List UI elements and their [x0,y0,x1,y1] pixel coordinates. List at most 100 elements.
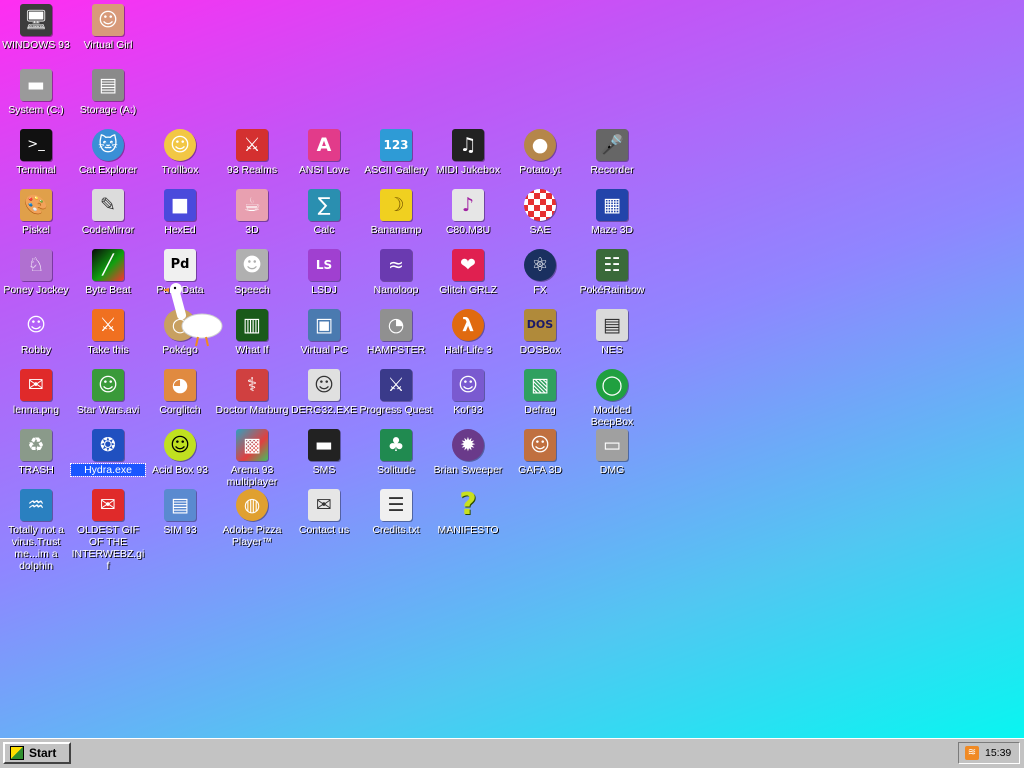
rss-icon[interactable]: ≋ [965,746,979,760]
desktop-icon-sim-93[interactable]: ▤ SIM 93 [144,485,216,536]
doom-face-icon: ☺ [524,429,556,461]
icon-label: ANSI Love [298,164,350,176]
desktop-icon-bananamp[interactable]: ☽ Bananamp [360,185,432,236]
icon-label: CodeMirror [81,224,135,236]
goose-icon[interactable] [160,280,232,350]
desktop-icon-nanoloop[interactable]: ≈ Nanoloop [360,245,432,296]
desktop-icon-codemirror[interactable]: ✎ CodeMirror [72,185,144,236]
desktop-icon-c80-m3u[interactable]: ♪ C80.M3U [432,185,504,236]
desktop-icon-nes[interactable]: ▤ NES [576,305,648,356]
desktop-icon-glitch-grlz[interactable]: ❤ Glitch GRLZ [432,245,504,296]
waveform-icon: ╱ [92,249,124,281]
desktop-icon-take-this[interactable]: ⚔ Take this [72,305,144,356]
desktop-icon-93-realms[interactable]: ⚔ 93 Realms [216,125,288,176]
desktop-icon-pokerainbow[interactable]: ☷ PokéRainbow [576,245,648,296]
desktop-icon-derg32-exe[interactable]: ☺ DERG32.EXE [288,365,360,416]
atom-icon: ⚛ [524,249,556,281]
letter-icon: ✉ [308,489,340,521]
start-button[interactable]: Start [3,742,71,764]
icon-label: Nanoloop [373,284,419,296]
desktop-icon-oldest-gif[interactable]: ✉ OLDEST GIF OF THE INTERWEBZ.gif [72,485,144,572]
desktop-icon-progress-quest[interactable]: ⚔ Progress Quest [360,365,432,416]
dos-box-icon: DOS [524,309,556,341]
icon-label: LSDJ [311,284,337,296]
icon-label: Robby [20,344,52,356]
potato-icon: ● [524,129,556,161]
desktop-icon-storage-a[interactable]: ▤ Storage (A:) [72,65,144,116]
desktop-icon-corglitch[interactable]: ◕ Corglitch [144,365,216,416]
matrix-icon: ▥ [236,309,268,341]
desktop-icon-trollbox[interactable]: ☺ Trollbox [144,125,216,176]
terminal-icon: >_ [20,129,52,161]
desktop-icon-virtual-girl[interactable]: ☺ Virtual Girl [72,0,144,51]
hydra-icon: ❂ [92,429,124,461]
icon-label: Acid Box 93 [151,464,209,476]
desktop-icon-lsdj[interactable]: LS LSDJ [288,245,360,296]
desktop-icon-poney-jockey[interactable]: ♘ Poney Jockey [0,245,72,296]
desktop-icon-piskel[interactable]: 🎨 Piskel [0,185,72,236]
desktop-icon-arena-93[interactable]: ▩ Arena 93 multiplayer [216,425,288,488]
desktop-icon-terminal[interactable]: >_ Terminal [0,125,72,176]
desktop-icon-maze-3d[interactable]: ▦ Maze 3D [576,185,648,236]
desktop-icon-system-c[interactable]: ▬ System (C:) [0,65,72,116]
desktop-icon-acid-box-93[interactable]: ☺ Acid Box 93 [144,425,216,476]
microphone-icon: 🎤 [596,129,628,161]
desktop-icon-dosbox[interactable]: DOS DOSBox [504,305,576,356]
icon-label: PokéRainbow [579,284,645,296]
desktop-icon-dolphin[interactable]: ♒ Totally not a virus.Trust me...im a do… [0,485,72,572]
desktop-icon-fx[interactable]: ⚛ FX [504,245,576,296]
desktop-icon-sms[interactable]: ▬ SMS [288,425,360,476]
pony-icon: ♘ [20,249,52,281]
desktop-icon-ansi-love[interactable]: A ANSI Love [288,125,360,176]
desktop-icon-credits-txt[interactable]: ☰ Credits.txt [360,485,432,536]
desktop-icon-potato-yt[interactable]: ● Potato.yt [504,125,576,176]
desktop-icon-byte-beat[interactable]: ╱ Byte Beat [72,245,144,296]
icon-label: Glitch GRLZ [439,284,497,296]
desktop-icon-lenna-png[interactable]: ✉ lenna.png [0,365,72,416]
desktop-icon-hydra-exe[interactable]: ❂ Hydra.exe [70,425,146,477]
desktop-icon-half-life-3[interactable]: λ Half-Life 3 [432,305,504,356]
icon-label: Calc [313,224,335,236]
desktop-icon-star-wars-avi[interactable]: ☺ Star Wars.avi [72,365,144,416]
piano-keys-icon: ♫ [452,129,484,161]
desktop-icon-trash[interactable]: ♻ TRASH [0,425,72,476]
desktop-icon-dmg[interactable]: ▭ DMG [576,425,648,476]
desktop-icon-brian-sweeper[interactable]: ✹ Brian Sweeper [432,425,504,476]
desktop-icon-sae[interactable]: ◉ SAE [504,185,576,236]
desktop[interactable]: 🖥 WINDOWS 93 ☺ Virtual Girl ▬ System (C:… [0,0,1024,738]
desktop-icon-solitude[interactable]: ♣ Solitude [360,425,432,476]
window-icon: ▣ [308,309,340,341]
desktop-icon-ascii-gallery[interactable]: 123 ASCII Gallery [360,125,432,176]
desktop-icon-manifesto[interactable]: ? MANIFESTO [432,485,504,536]
taskbar: Start ≋ 15:39 [0,738,1024,768]
desktop-icon-gafa-3d[interactable]: ☺ GAFA 3D [504,425,576,476]
desktop-icon-defrag[interactable]: ▧ Defrag [504,365,576,416]
desktop-icon-adobe-pizza[interactable]: ◍ Adobe Pizza Player™ [216,485,288,548]
desktop-icon-hampster[interactable]: ◔ HAMPSTER [360,305,432,356]
icon-label: Potato.yt [519,164,561,176]
desktop-icon-calc[interactable]: ∑ Calc [288,185,360,236]
desktop-icon-windows93[interactable]: 🖥 WINDOWS 93 [0,0,72,51]
desktop-icon-virtual-pc[interactable]: ▣ Virtual PC [288,305,360,356]
doctor-icon: ⚕ [236,369,268,401]
desktop-icon-modded-beepbox[interactable]: ◯ Modded BeepBox [576,365,648,428]
palette-icon: 🎨 [20,189,52,221]
desktop-icon-recorder[interactable]: 🎤 Recorder [576,125,648,176]
desktop-icon-hexed[interactable]: ■ HexEd [144,185,216,236]
icon-label: DMG [599,464,625,476]
icon-label: Virtual Girl [83,39,133,51]
icon-label: 93 Realms [226,164,278,176]
desktop-icon-midi-jukebox[interactable]: ♫ MIDI Jukebox [432,125,504,176]
desktop-icon-3d[interactable]: ☕ 3D [216,185,288,236]
desktop-icon-doctor-marburg[interactable]: ⚕ Doctor Marburg [216,365,288,416]
code-editor-icon: ✎ [92,189,124,221]
desktop-icon-contact-us[interactable]: ✉ Contact us [288,485,360,536]
desktop-icon-cat-explorer[interactable]: 🐱 Cat Explorer [72,125,144,176]
desktop-icon-robby[interactable]: ☺ Robby [0,305,72,356]
icon-label: Corglitch [159,404,201,416]
icon-label: SIM 93 [163,524,197,536]
calculator-icon: ∑ [308,189,340,221]
desktop-icon-kof93[interactable]: ☺ Kof'93 [432,365,504,416]
clock[interactable]: 15:39 [985,747,1011,759]
monitor-face-icon: ☺ [308,369,340,401]
